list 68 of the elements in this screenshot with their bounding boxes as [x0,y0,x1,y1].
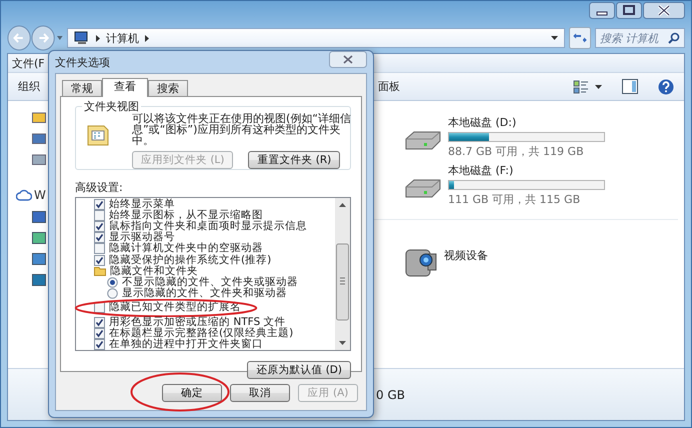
setting-label: 始终显示菜单 [109,199,175,210]
help-icon[interactable] [658,78,674,94]
drive-space-text: 111 GB 可用，共 115 GB [448,192,582,207]
checked-checkbox[interactable] [94,232,105,244]
caret-icon[interactable] [551,36,558,40]
menu-item[interactable]: 文件(F [12,56,45,70]
checkbox[interactable] [94,243,105,254]
checked-checkbox[interactable] [94,328,105,339]
computer-icon [74,31,90,45]
scrollbar[interactable] [335,198,350,350]
status-text: 0 GB [376,388,405,402]
tab[interactable]: 常规 [62,80,102,96]
dialog-title: 文件夹选项 [55,54,110,70]
setting-label: 不显示隐藏的文件、文件夹或驱动器 [122,276,298,288]
hard-drive-icon [404,177,442,199]
cancel-button[interactable]: 取消 [230,384,290,402]
setting-label: 在标题栏显示完整路径(仅限经典主题) [109,328,294,339]
maximize-icon[interactable] [616,2,642,19]
drive-space-text: 88.7 GB 可用，共 119 GB [448,144,585,159]
chevron-icon[interactable] [145,34,149,42]
checked-checkbox[interactable] [94,339,105,350]
setting-label: 隐藏受保护的操作系统文件(推荐) [109,254,272,266]
drive-name[interactable]: 本地磁盘 (D:) [448,115,605,130]
setting-label: 在单独的进程中打开文件夹窗口 [109,339,263,350]
restore-defaults-button[interactable]: 还原为默认值 (D) [247,361,351,379]
toolbar-item[interactable]: 面板 [378,79,400,94]
address-bar[interactable]: 计算机 [67,28,565,48]
back-icon[interactable] [7,25,32,51]
cloud-icon [16,189,32,201]
chevron-icon[interactable] [96,34,100,42]
minimize-icon[interactable] [589,2,615,19]
preview-pane-icon[interactable] [622,79,638,94]
drive-name[interactable]: 本地磁盘 (F:) [448,163,605,178]
setting-label: 鼠标指向文件夹和桌面项时显示提示信息 [109,221,307,232]
setting-label: 隐藏计算机文件夹中的空驱动器 [109,243,263,254]
setting-label: 始终显示图标，从不显示缩略图 [109,210,263,222]
close-icon[interactable] [643,2,685,19]
close-icon[interactable] [329,50,367,68]
checkbox[interactable] [94,302,105,314]
tab[interactable]: 查看 [102,78,148,97]
setting-label: 显示驱动器号 [109,232,175,244]
refresh-icon[interactable] [569,27,591,49]
caret-icon[interactable] [595,84,602,88]
checked-checkbox[interactable] [94,316,105,328]
toolbar-item[interactable]: 组织 [18,79,40,94]
reset-folders-button[interactable]: 重置文件夹 (R) [248,151,340,169]
path-text[interactable]: 计算机 [106,30,139,46]
group-title: 文件夹视图 [82,99,141,114]
tab[interactable]: 搜索 [148,80,188,96]
setting-group-label: 隐藏文件和文件夹 [110,266,198,277]
setting-label: 显示隐藏的文件、文件夹和驱动器 [122,288,287,299]
selected-radio-button[interactable] [107,276,118,288]
checkbox[interactable] [94,210,105,222]
nav-item[interactable]: W [34,188,46,202]
ok-button[interactable]: 确定 [162,384,222,402]
setting-label: 用彩色显示加密或压缩的 NTFS 文件 [109,316,286,328]
search-icon [668,32,680,44]
section-label: 高级设置: [75,180,124,195]
hard-drive-icon [404,129,442,151]
search-field[interactable]: 搜索 计算机 [595,28,685,48]
forward-icon[interactable] [31,25,56,51]
radio-button[interactable] [107,288,118,299]
checked-checkbox[interactable] [94,199,105,210]
device-name[interactable]: 视频设备 [444,248,488,262]
checked-checkbox[interactable] [94,221,105,232]
checked-checkbox[interactable] [94,254,105,266]
view-options-icon[interactable] [573,80,589,94]
folder-view-icon [86,123,110,147]
